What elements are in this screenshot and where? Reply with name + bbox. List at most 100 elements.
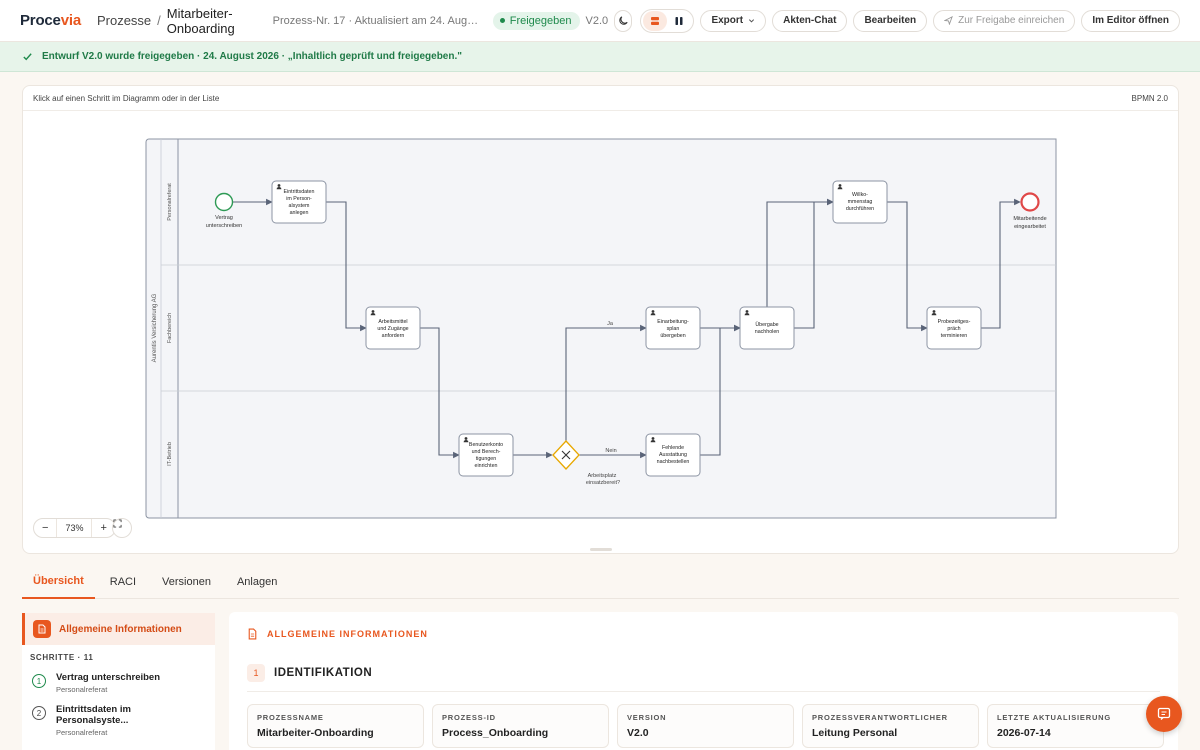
breadcrumb-separator: / <box>157 13 161 28</box>
view-diagram-option[interactable] <box>643 10 668 31</box>
task-text-line: mmenstag <box>848 199 873 205</box>
task-uebergabe-nachholen[interactable]: Übergabe nachholen <box>739 306 795 350</box>
sidebar-item-label: Allgemeine Informationen <box>59 623 182 635</box>
breadcrumb-current: Mitarbeiter-Onboarding <box>166 5 235 36</box>
task-text-line: Übergabe <box>755 321 778 328</box>
open-editor-button[interactable]: Im Editor öffnen <box>1081 9 1180 32</box>
gateway-label-line-2: einsatzbereit? <box>586 480 620 486</box>
general-info-panel: ALLGEMEINE INFORMATIONEN 1 IDENTIFIKATIO… <box>229 612 1178 750</box>
end-event-label-line-2: eingearbeitet <box>1014 224 1046 230</box>
pool-label: Aurentis Versicherung AG <box>152 293 158 362</box>
task-text-line: einrichten <box>475 463 498 469</box>
zoom-level: 73% <box>56 519 93 537</box>
theme-toggle-button[interactable] <box>614 9 633 32</box>
breadcrumb-root[interactable]: Prozesse <box>97 13 151 28</box>
task-text-line: und Berech- <box>472 449 501 455</box>
task-text-line: präch <box>947 326 960 332</box>
steps-sidebar: Allgemeine Informationen SCHRITTE · 11 1… <box>22 613 215 750</box>
moon-icon <box>619 16 628 25</box>
task-text-line: terminieren <box>941 333 968 339</box>
task-text-line: Ausstattung <box>659 452 687 458</box>
step-item-2[interactable]: 2 Eintrittsdaten im Personalsyste... Per… <box>22 704 215 737</box>
step-number: 1 <box>32 674 46 688</box>
chevron-down-icon <box>749 19 755 23</box>
task-text-line: Eintrittsdaten <box>284 189 315 195</box>
field-prozess-id: PROZESS-ID Process_Onboarding <box>432 704 609 748</box>
start-event-label-line-1: Vertrag <box>215 215 233 221</box>
tab-versionen[interactable]: Versionen <box>151 565 222 599</box>
sidebar-item-general-info[interactable]: Allgemeine Informationen <box>22 613 215 645</box>
task-text-line: und Zugänge <box>377 326 408 332</box>
chat-icon <box>1157 707 1171 720</box>
field-prozessverantwortlicher: PROZESSVERANTWORTLICHER Leitung Personal <box>802 704 979 748</box>
task-text-line: nachholen <box>755 329 780 335</box>
top-bar: Procevia Prozesse / Mitarbeiter-Onboardi… <box>0 0 1200 42</box>
submit-for-approval-button[interactable]: Zur Freigabe einreichen <box>933 9 1076 32</box>
zoom-out-button[interactable]: − <box>34 522 56 534</box>
task-text-line: splan <box>667 326 680 332</box>
chat-fab-button[interactable] <box>1146 696 1182 732</box>
step-title: Eintrittsdaten im Personalsyste... <box>56 704 131 726</box>
task-text-line: Probezeitges- <box>938 319 971 325</box>
process-meta: Prozess-Nr. 17 · Aktualisiert am 24. Aug… <box>272 14 483 27</box>
document-icon <box>248 628 257 640</box>
pause-icon <box>675 16 683 25</box>
field-prozessname: PROZESSNAME Mitarbeiter-Onboarding <box>247 704 424 748</box>
start-event-label-line-2: unterschreiben <box>206 223 242 229</box>
status-badge: Freigegeben <box>492 11 580 30</box>
export-button[interactable]: Export <box>700 9 767 32</box>
task-text-line: nachbestellen <box>657 459 690 465</box>
document-icon <box>33 620 51 638</box>
task-text-line: alsystem <box>289 203 310 209</box>
task-text-line: Fehlende <box>662 445 684 451</box>
task-willkommenstag-durchfuehren[interactable]: Willko- mmenstag durchführen <box>832 180 888 224</box>
view-split-option[interactable] <box>667 11 691 31</box>
step-item-1[interactable]: 1 Vertrag unterschreiben Personalreferat <box>22 672 215 694</box>
lane-label-it-betrieb: IT-Betrieb <box>167 442 173 466</box>
task-arbeitsmittel-anfordern[interactable]: Arbeitsmittel und Zugänge anfordern <box>365 306 421 350</box>
step-title: Vertrag unterschreiben <box>56 672 161 683</box>
subsection-title: IDENTIFIKATION <box>274 667 373 679</box>
end-event-label-line-1: Mitarbeitende <box>1013 216 1046 222</box>
tab-anlagen[interactable]: Anlagen <box>226 565 288 599</box>
identification-fields: PROZESSNAME Mitarbeiter-Onboarding PROZES… <box>247 704 1164 748</box>
fullscreen-button[interactable] <box>112 518 132 538</box>
send-icon <box>944 16 954 25</box>
banner-text: Entwurf V2.0 wurde freigegeben · 24. Aug… <box>42 51 462 62</box>
view-switch <box>640 8 695 33</box>
section-header: ALLGEMEINE INFORMATIONEN <box>247 628 428 640</box>
edit-button[interactable]: Bearbeiten <box>853 9 928 32</box>
logo[interactable]: Procevia <box>20 12 81 29</box>
tab-uebersicht[interactable]: Übersicht <box>22 565 95 599</box>
step-role: Personalreferat <box>56 685 108 694</box>
task-text-line: durchführen <box>846 206 874 212</box>
bpmn-diagram: Aurentis Versicherung AG Personalreferat… <box>145 138 1057 519</box>
task-text-line: Willko- <box>852 192 868 198</box>
task-probezeitgespraech-terminieren[interactable]: Probezeitges- präch terminieren <box>926 306 982 350</box>
task-einarbeitungsplan-uebergeben[interactable]: Einarbeitung- splan übergeben <box>645 306 701 350</box>
detail-tabs: Übersicht RACI Versionen Anlagen <box>22 565 1179 599</box>
task-eintrittsdaten-anlegen[interactable]: Eintrittsdaten im Person- alsystem anleg… <box>271 180 327 224</box>
task-text-line: übergeben <box>660 333 685 339</box>
approval-banner: Entwurf V2.0 wurde freigegeben · 24. Aug… <box>0 42 1200 72</box>
flow-label-yes: Ja <box>607 321 614 327</box>
lane-label-fachbereich: Fachbereich <box>167 313 173 343</box>
resize-handle[interactable] <box>590 548 612 551</box>
fullscreen-icon <box>113 519 122 528</box>
task-text-line: anlegen <box>290 210 309 216</box>
field-version: VERSION V2.0 <box>617 704 794 748</box>
zoom-control: − 73% + <box>33 518 116 538</box>
task-text-line: tigungen <box>476 456 496 462</box>
field-letzte-aktualisierung: LETZTE AKTUALISIERUNG 2026-07-14 <box>987 704 1164 748</box>
task-text-line: anfordern <box>382 333 405 339</box>
flow-label-no: Nein <box>605 448 616 454</box>
task-text-line: Benutzerkonto <box>469 442 503 448</box>
diagram-card: Klick auf einen Schritt im Diagramm oder… <box>22 85 1179 554</box>
task-text-line: im Person- <box>286 196 312 202</box>
version-label: V2.0 <box>585 14 609 27</box>
task-fehlende-ausstattung-nachbestellen[interactable]: Fehlende Ausstattung nachbestellen <box>645 433 701 477</box>
task-benutzerkonto-einrichten[interactable]: Benutzerkonto und Berech- tigungen einri… <box>458 433 514 477</box>
akten-chat-button[interactable]: Akten-Chat <box>772 9 848 32</box>
breadcrumb: Prozesse / Mitarbeiter-Onboarding <box>97 6 263 36</box>
tab-raci[interactable]: RACI <box>99 565 147 599</box>
